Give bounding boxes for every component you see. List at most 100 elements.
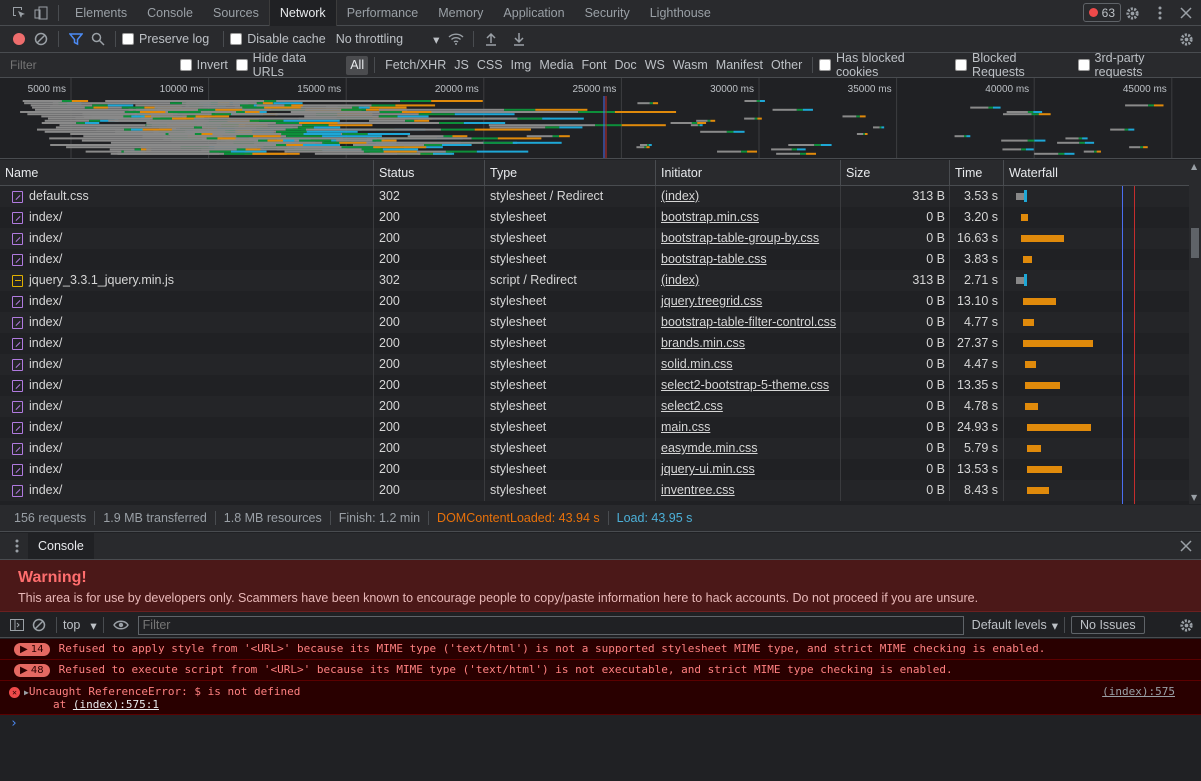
tab-console[interactable]: Console (137, 0, 203, 26)
filter-type-other[interactable]: Other (767, 56, 806, 75)
table-row[interactable]: index/200 stylesheet inventree.css 0 B 8.43 … (0, 480, 1189, 501)
filter-type-wasm[interactable]: Wasm (669, 56, 712, 75)
third-party-checkbox[interactable]: 3rd-party requests (1077, 51, 1193, 79)
table-row[interactable]: index/200 stylesheet solid.min.css 0 B 4.47 … (0, 354, 1189, 375)
filter-type-font[interactable]: Font (577, 56, 610, 75)
initiator-link[interactable]: solid.min.css (656, 354, 841, 375)
import-har-icon[interactable] (480, 28, 502, 50)
scroll-thumb[interactable] (1191, 228, 1199, 258)
console-sidebar-icon[interactable] (6, 614, 28, 636)
checkbox-box[interactable] (819, 59, 831, 71)
log-levels-select[interactable]: Default levels ▾ (972, 618, 1058, 633)
clear-console-icon[interactable] (28, 614, 50, 636)
console-settings-gear-icon[interactable] (1175, 614, 1197, 636)
issues-badge[interactable]: 63 (1082, 3, 1121, 22)
table-row[interactable]: index/200 stylesheet jquery.treegrid.css 0 … (0, 291, 1189, 312)
checkbox-box[interactable] (235, 59, 248, 71)
checkbox-box[interactable] (122, 33, 134, 45)
error-source-link[interactable]: (index):575 (1102, 685, 1175, 698)
hide-data-urls-checkbox[interactable]: Hide data URLs (235, 51, 338, 79)
initiator-link[interactable]: brands.min.css (656, 333, 841, 354)
tab-security[interactable]: Security (575, 0, 640, 26)
table-row[interactable]: index/200 stylesheet select2.css 0 B 4.78 s (0, 396, 1189, 417)
tab-application[interactable]: Application (493, 0, 574, 26)
settings-gear-icon[interactable] (1121, 2, 1143, 24)
initiator-link[interactable]: bootstrap.min.css (656, 207, 841, 228)
checkbox-box[interactable] (230, 33, 243, 45)
table-row[interactable]: index/200 stylesheet bootstrap-table-group… (0, 228, 1189, 249)
column-name-header[interactable]: Name (0, 160, 374, 186)
invert-checkbox[interactable]: Invert (179, 58, 228, 72)
network-overview-timeline[interactable]: 5000 ms 10000 ms 15000 ms 20000 ms 25000 ms 3… (0, 78, 1201, 159)
checkbox-box[interactable] (1077, 59, 1090, 71)
checkbox-box[interactable] (179, 59, 192, 71)
preserve-log-checkbox[interactable]: Preserve log (122, 32, 209, 46)
context-select[interactable]: top ▾ (63, 618, 97, 633)
tab-lighthouse[interactable]: Lighthouse (640, 0, 721, 26)
initiator-link[interactable]: jquery-ui.min.css (656, 459, 841, 480)
column-status-header[interactable]: Status (374, 160, 485, 186)
initiator-link[interactable]: jquery.treegrid.css (656, 291, 841, 312)
table-row[interactable]: index/200 stylesheet bootstrap-table.css 0 … (0, 249, 1189, 270)
network-conditions-wifi-icon[interactable] (445, 28, 467, 50)
table-row[interactable]: index/200 stylesheet main.css 0 B 24.93 s (0, 417, 1189, 438)
column-size-header[interactable]: Size (841, 160, 950, 186)
filter-type-manifest[interactable]: Manifest (712, 56, 767, 75)
tab-memory[interactable]: Memory (428, 0, 493, 26)
column-initiator-header[interactable]: Initiator (656, 160, 841, 186)
tab-performance[interactable]: Performance (337, 0, 429, 26)
drawer-menu-icon[interactable] (6, 535, 28, 557)
export-har-icon[interactable] (508, 28, 530, 50)
table-row[interactable]: jquery_3.3.1_jquery.min.js 302 script / Re… (0, 270, 1189, 291)
initiator-link[interactable]: inventree.css (656, 480, 841, 501)
stack-frame-link[interactable]: (index):575:1 (73, 698, 159, 711)
console-prompt-icon[interactable]: › (10, 716, 18, 731)
console-message[interactable]: ▶ 48 Refused to execute script from '<URL… (0, 660, 1201, 681)
issues-button[interactable]: No Issues (1071, 616, 1145, 634)
initiator-link[interactable]: bootstrap-table.css (656, 249, 841, 270)
table-row[interactable]: index/200 stylesheet brands.min.css 0 B 27.3… (0, 333, 1189, 354)
filter-type-all[interactable]: All (346, 55, 369, 75)
live-expression-eye-icon[interactable] (110, 614, 132, 636)
initiator-link[interactable]: (index) (656, 186, 841, 207)
filter-type-ws[interactable]: WS (641, 56, 669, 75)
blocked-requests-checkbox[interactable]: Blocked Requests (955, 51, 1070, 79)
filter-type-media[interactable]: Media (535, 56, 577, 75)
console-filter-input[interactable] (137, 615, 964, 635)
close-drawer-icon[interactable] (1175, 535, 1197, 557)
filter-funnel-icon[interactable] (65, 28, 87, 50)
initiator-link[interactable]: main.css (656, 417, 841, 438)
console-message[interactable]: ▶ 14 Refused to apply style from '<URL>' … (0, 639, 1201, 660)
initiator-link[interactable]: bootstrap-table-group-by.css (656, 228, 841, 249)
scroll-up-icon[interactable]: ▲ (1191, 162, 1197, 171)
drawer-tab-console[interactable]: Console (28, 533, 94, 559)
filter-type-doc[interactable]: Doc (610, 56, 640, 75)
column-type-header[interactable]: Type (485, 160, 656, 186)
more-options-icon[interactable] (1149, 2, 1171, 24)
throttling-select[interactable]: No throttling ▾ (336, 32, 440, 47)
table-row[interactable]: index/200 stylesheet select2-bootstrap-5-t… (0, 375, 1189, 396)
table-row[interactable]: index/200 stylesheet easymde.min.css 0 B 5.7… (0, 438, 1189, 459)
tab-sources[interactable]: Sources (203, 0, 269, 26)
request-table-scrollbar[interactable]: ▲ ▼ (1189, 160, 1201, 504)
network-settings-gear-icon[interactable] (1175, 28, 1197, 50)
tab-network[interactable]: Network (268, 0, 337, 26)
inspect-element-icon[interactable] (8, 2, 30, 24)
column-waterfall-header[interactable]: Waterfall (1004, 160, 1189, 186)
checkbox-box[interactable] (955, 59, 967, 71)
filter-type-fetchxhr[interactable]: Fetch/XHR (381, 56, 450, 75)
network-filter-input[interactable] (0, 54, 166, 76)
initiator-link[interactable]: easymde.min.css (656, 438, 841, 459)
scroll-down-icon[interactable]: ▼ (1191, 493, 1197, 502)
search-icon[interactable] (87, 28, 109, 50)
column-time-header[interactable]: Time (950, 160, 1004, 186)
tab-elements[interactable]: Elements (65, 0, 137, 26)
initiator-link[interactable]: (index) (656, 270, 841, 291)
initiator-link[interactable]: select2.css (656, 396, 841, 417)
table-row[interactable]: default.css 302 stylesheet / Redirect (inde… (0, 186, 1189, 207)
device-toolbar-icon[interactable] (30, 2, 52, 24)
table-row[interactable]: index/200 stylesheet bootstrap-table-filte… (0, 312, 1189, 333)
filter-type-js[interactable]: JS (450, 56, 473, 75)
blocked-cookies-checkbox[interactable]: Has blocked cookies (819, 51, 947, 79)
close-devtools-icon[interactable] (1175, 2, 1197, 24)
